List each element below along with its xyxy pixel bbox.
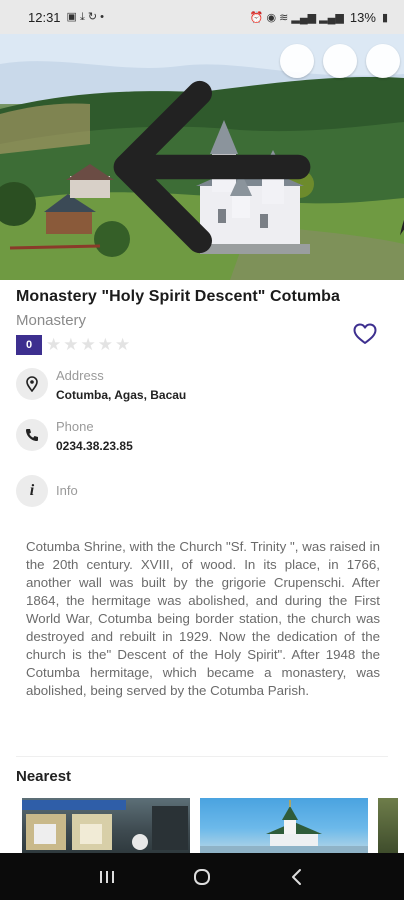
heart-icon <box>353 323 377 344</box>
phone-icon-wrap <box>16 419 48 451</box>
recent-apps-button[interactable] <box>87 857 127 897</box>
star-icon[interactable]: ★ <box>98 335 113 355</box>
info-row[interactable]: i Info <box>16 475 78 507</box>
map-button[interactable] <box>323 44 357 78</box>
phone-icon <box>26 429 38 441</box>
back-button[interactable] <box>10 44 311 254</box>
favorite-button[interactable] <box>352 322 380 348</box>
section-divider <box>16 756 388 757</box>
nearest-card[interactable] <box>22 798 190 853</box>
info-icon-wrap: i <box>16 475 48 507</box>
address-row[interactable]: Address Cotumba, Agas, Bacau <box>16 368 186 402</box>
signal-icons: ⏰ ◉ ≋ ▂▄▆ ▂▄▆ <box>249 11 344 24</box>
status-bar: 12:31 ▣ ⤓ ↻ • ⏰ ◉ ≋ ▂▄▆ ▂▄▆ 13% ▮ <box>0 0 404 34</box>
description-text: Cotumba Shrine, with the Church "Sf. Tri… <box>26 539 380 698</box>
location-pin-icon <box>26 376 38 392</box>
gallery-button[interactable] <box>366 44 400 78</box>
system-navigation-bar <box>0 853 404 900</box>
image-icon <box>366 44 404 280</box>
phone-row[interactable]: Phone 0234.38.23.85 <box>16 419 133 453</box>
hero-photo <box>0 34 404 280</box>
battery-icon: ▮ <box>381 11 388 24</box>
star-icon[interactable]: ★ <box>63 335 78 355</box>
star-icon[interactable]: ★ <box>81 335 96 355</box>
nearest-card-image <box>22 800 188 850</box>
nearest-heading: Nearest <box>16 768 72 785</box>
rating-badge: 0 <box>16 335 42 355</box>
star-icon[interactable]: ★ <box>46 335 61 355</box>
battery-level: 13% <box>349 9 376 25</box>
place-title: Monastery "Holy Spirit Descent" Cotumba <box>16 288 341 305</box>
phone-label: Phone <box>56 419 94 434</box>
recent-apps-icon <box>100 870 115 883</box>
address-value: Cotumba, Agas, Bacau <box>56 388 187 402</box>
info-label: Info <box>56 483 78 498</box>
address-label: Address <box>56 368 104 383</box>
app-root: 12:31 ▣ ⤓ ↻ • ⏰ ◉ ≋ ▂▄▆ ▂▄▆ 13% ▮ Monast… <box>0 0 404 900</box>
home-button[interactable] <box>182 857 222 897</box>
home-icon <box>193 868 210 885</box>
status-time: 12:31 <box>28 9 61 25</box>
rating-stars[interactable]: ★ ★ ★ ★ ★ <box>46 335 130 355</box>
place-category: Monastery <box>16 312 87 329</box>
notification-icons: ▣ ⤓ ↻ • <box>66 11 105 23</box>
info-icon: i <box>29 482 35 499</box>
phone-value: 0234.38.23.85 <box>56 439 133 453</box>
nearest-carousel[interactable] <box>22 798 398 853</box>
nearest-card-image <box>200 800 368 853</box>
address-icon-wrap <box>16 368 48 400</box>
nearest-card[interactable] <box>200 798 368 853</box>
star-icon[interactable]: ★ <box>115 335 130 355</box>
share-button[interactable] <box>280 44 404 236</box>
nearest-card[interactable] <box>378 798 398 853</box>
system-back-button[interactable] <box>277 857 317 897</box>
chevron-left-icon <box>291 868 301 885</box>
